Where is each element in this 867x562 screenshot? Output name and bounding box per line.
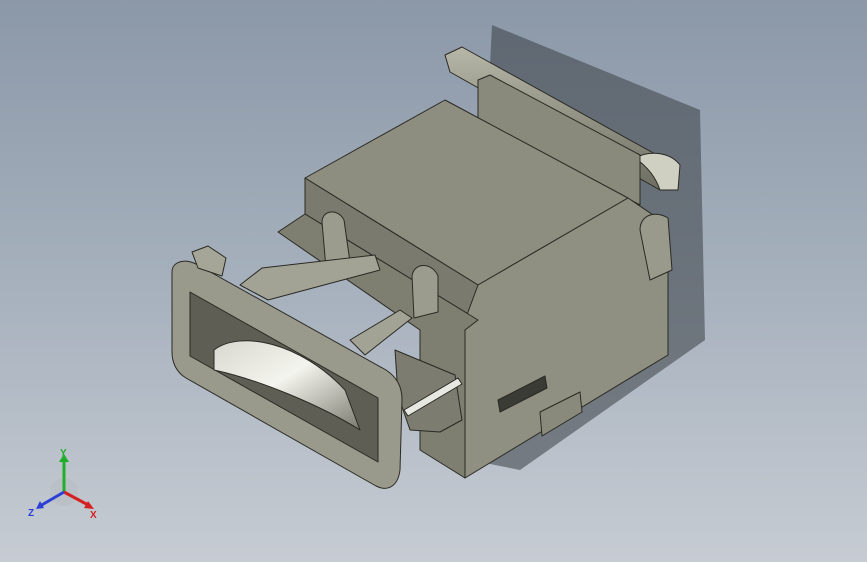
z-axis-label: Z (28, 508, 34, 519)
y-axis-label: Y (60, 448, 67, 459)
lever-arm-right (349, 309, 413, 356)
coordinate-triad[interactable]: Y X Z (24, 448, 114, 528)
latch-post-right (411, 265, 439, 319)
connector-3d-model[interactable] (0, 0, 867, 562)
cad-viewport[interactable]: Y X Z (0, 0, 867, 562)
x-axis-label: X (90, 510, 97, 521)
coordinate-triad-icon: Y X Z (28, 448, 97, 521)
